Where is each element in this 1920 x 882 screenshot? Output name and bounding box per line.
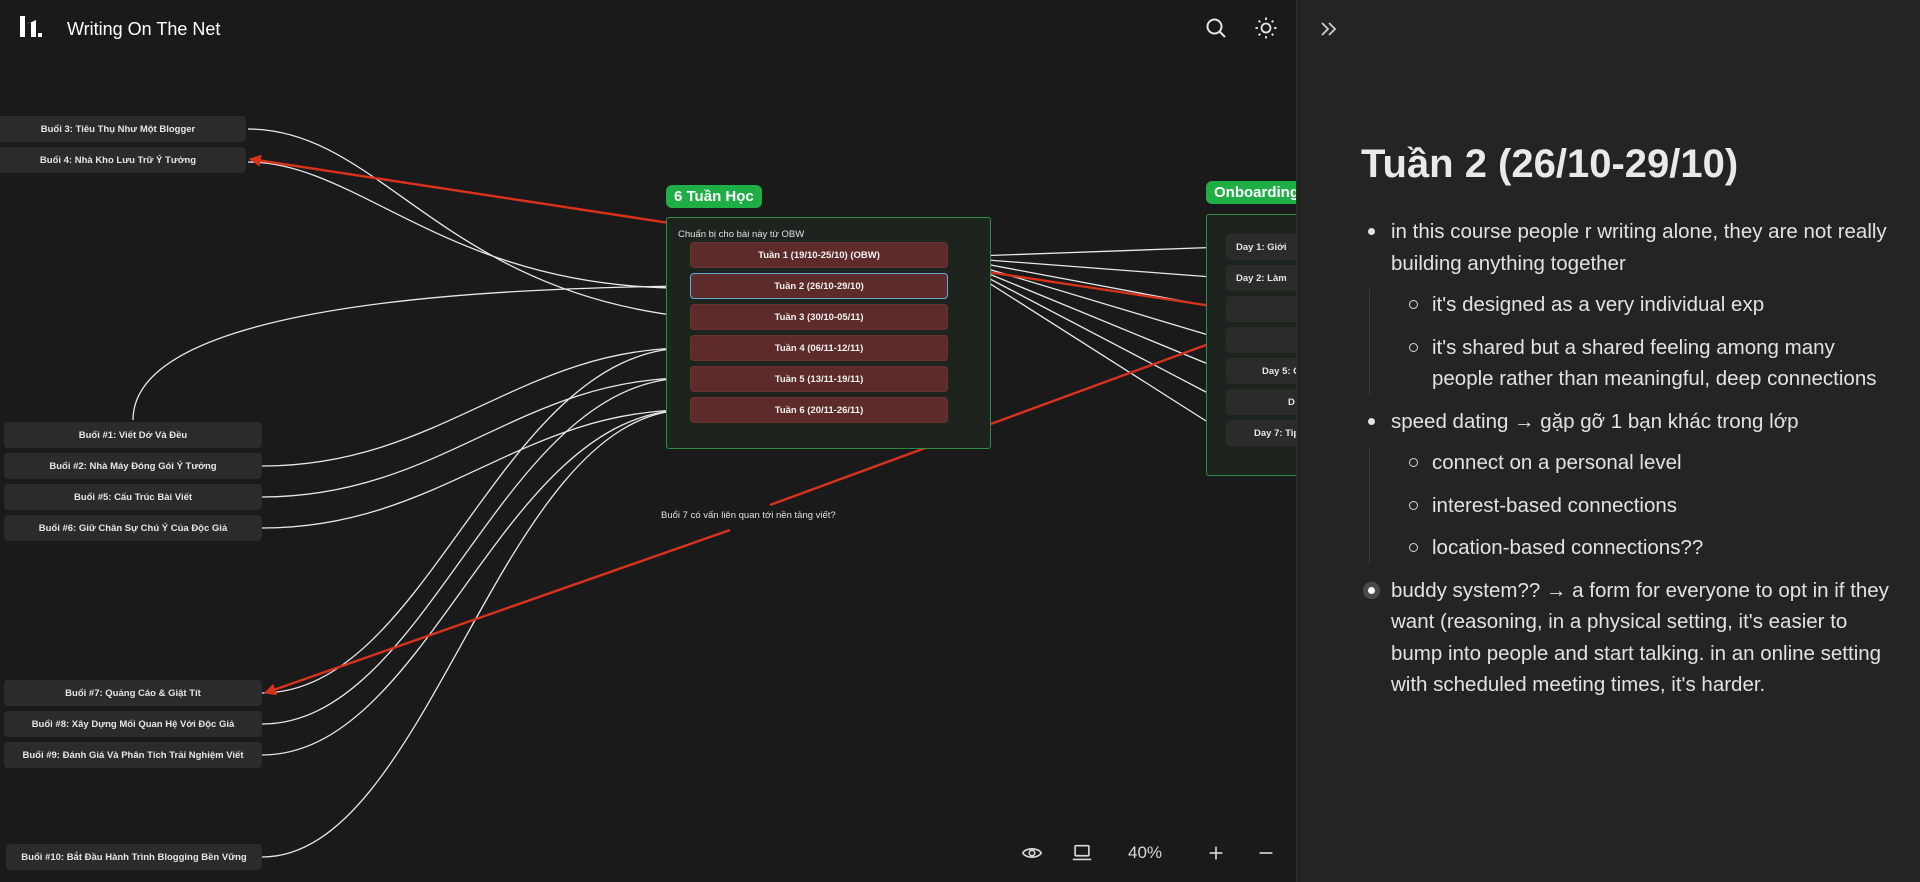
week-node[interactable]: Tuần 3 (30/10-05/11) xyxy=(690,304,948,330)
logo-icon[interactable] xyxy=(18,14,44,40)
day-node[interactable] xyxy=(1226,296,1296,322)
bullet-text: buddy system?? → a form for everyone to … xyxy=(1391,578,1889,697)
app-title: Writing On The Net xyxy=(67,19,221,39)
group-onboarding-label[interactable]: Onboarding xyxy=(1206,181,1296,204)
edge-red xyxy=(248,154,677,226)
edge xyxy=(132,281,689,421)
day-node[interactable]: Day 7: Tips xyxy=(1226,420,1296,446)
sub-bullet-list: it's designed as a very individual exp i… xyxy=(1369,289,1897,395)
left-node[interactable]: Buổi #6: Giữ Chân Sự Chú Ý Của Độc Giả xyxy=(4,515,262,541)
bullet-text: in this course people r writing alone, t… xyxy=(1391,220,1887,275)
edge xyxy=(247,128,689,321)
panel-title: Tuần 2 (26/10-29/10) xyxy=(1361,142,1739,186)
edge xyxy=(261,343,689,467)
collapse-panel-icon[interactable] xyxy=(1318,18,1340,40)
app-window: Buổi 3: Tiêu Thụ Như Một Blogger Buổi 4:… xyxy=(0,0,1920,882)
zoom-in-icon[interactable] xyxy=(1205,842,1227,864)
left-node[interactable]: Buổi #2: Nhà Máy Đóng Gói Ý Tưởng xyxy=(4,453,262,479)
edge xyxy=(261,405,689,756)
edge xyxy=(261,405,689,529)
week-node[interactable]: Tuần 6 (20/11-26/11) xyxy=(690,397,948,423)
day-node[interactable]: Day 1: Giới xyxy=(1226,234,1296,260)
left-node[interactable]: Buổi #7: Quảng Cáo & Giật Tít xyxy=(4,680,262,706)
sub-bullet-text: location-based connections?? xyxy=(1432,536,1704,559)
day-node[interactable] xyxy=(1226,327,1296,353)
laptop-icon[interactable] xyxy=(1071,842,1093,864)
bullet-list: in this course people r writing alone, t… xyxy=(1352,216,1897,701)
week-node[interactable]: Tuần 4 (06/11-12/11) xyxy=(690,335,948,361)
sub-bullet-text: it's shared but a shared feeling among m… xyxy=(1432,335,1877,391)
day-node[interactable]: Day 5: C xyxy=(1226,358,1296,384)
sub-bullet-text: connect on a personal level xyxy=(1432,451,1682,474)
sub-bullet-item[interactable]: connect on a personal level xyxy=(1392,447,1897,479)
eye-icon[interactable] xyxy=(1021,842,1043,864)
sub-bullet-list: connect on a personal level interest-bas… xyxy=(1369,447,1897,564)
panel-content[interactable]: in this course people r writing alone, t… xyxy=(1352,216,1897,712)
left-node[interactable]: Buổi #8: Xây Dựng Mối Quan Hệ Với Độc Gi… xyxy=(4,711,262,737)
side-panel: Tuần 2 (26/10-29/10) in this course peop… xyxy=(1296,0,1920,882)
edge xyxy=(261,373,689,725)
left-node[interactable]: Buổi 4: Nhà Kho Lưu Trữ Ý Tưởng xyxy=(0,147,246,173)
edge xyxy=(261,373,689,498)
group-weeks-note[interactable]: Chuẩn bị cho bài này từ OBW xyxy=(678,229,804,240)
sub-bullet-item[interactable]: it's designed as a very individual exp xyxy=(1392,289,1897,321)
sub-bullet-item[interactable]: interest-based connections xyxy=(1392,490,1897,522)
bullet-text: speed dating → gặp gỡ 1 bạn khác trong l… xyxy=(1391,409,1799,433)
edge-red xyxy=(263,528,731,696)
edge xyxy=(261,405,689,858)
sub-bullet-item[interactable]: it's shared but a shared feeling among m… xyxy=(1392,332,1897,395)
bullet-item-active[interactable]: buddy system?? → a form for everyone to … xyxy=(1352,575,1897,701)
edge xyxy=(247,161,689,293)
left-node[interactable]: Buổi 3: Tiêu Thụ Như Một Blogger xyxy=(0,116,246,142)
group-weeks-label[interactable]: 6 Tuần Học xyxy=(666,185,762,208)
left-node[interactable]: Buổi #5: Cấu Trúc Bài Viết xyxy=(4,484,262,510)
bullet-item[interactable]: in this course people r writing alone, t… xyxy=(1352,216,1897,395)
canvas[interactable]: Buổi 3: Tiêu Thụ Như Một Blogger Buổi 4:… xyxy=(0,0,1296,882)
zoom-level: 40% xyxy=(1128,843,1163,862)
left-node[interactable]: Buổi #10: Bắt Đầu Hành Trình Blogging Bề… xyxy=(6,844,262,870)
week-node-selected[interactable]: Tuần 2 (26/10-29/10) xyxy=(690,273,948,299)
search-icon[interactable] xyxy=(1204,16,1228,40)
sub-bullet-text: interest-based connections xyxy=(1432,493,1678,517)
week-node[interactable]: Tuần 1 (19/10-25/10) (OBW) xyxy=(690,242,948,268)
sun-icon[interactable] xyxy=(1254,16,1278,40)
day-node[interactable]: D xyxy=(1226,389,1296,415)
left-node[interactable]: Buổi #1: Viết Dở Và Đều xyxy=(4,422,262,448)
bullet-item[interactable]: speed dating → gặp gỡ 1 bạn khác trong l… xyxy=(1352,406,1897,564)
bullet-dot xyxy=(1368,586,1375,594)
edge xyxy=(261,343,689,694)
floating-note[interactable]: Buổi 7 có vấn liên quan tới nền tảng viế… xyxy=(661,510,836,521)
left-node[interactable]: Buổi #9: Đánh Giá Và Phân Tích Trải Nghi… xyxy=(4,742,262,768)
zoom-out-icon[interactable] xyxy=(1255,842,1277,864)
week-node[interactable]: Tuần 5 (13/11-19/11) xyxy=(690,366,948,392)
sub-bullet-item[interactable]: location-based connections?? xyxy=(1392,532,1897,564)
day-node[interactable]: Day 2: Làm xyxy=(1226,265,1296,291)
sub-bullet-text: it's designed as a very individual exp xyxy=(1432,293,1765,316)
